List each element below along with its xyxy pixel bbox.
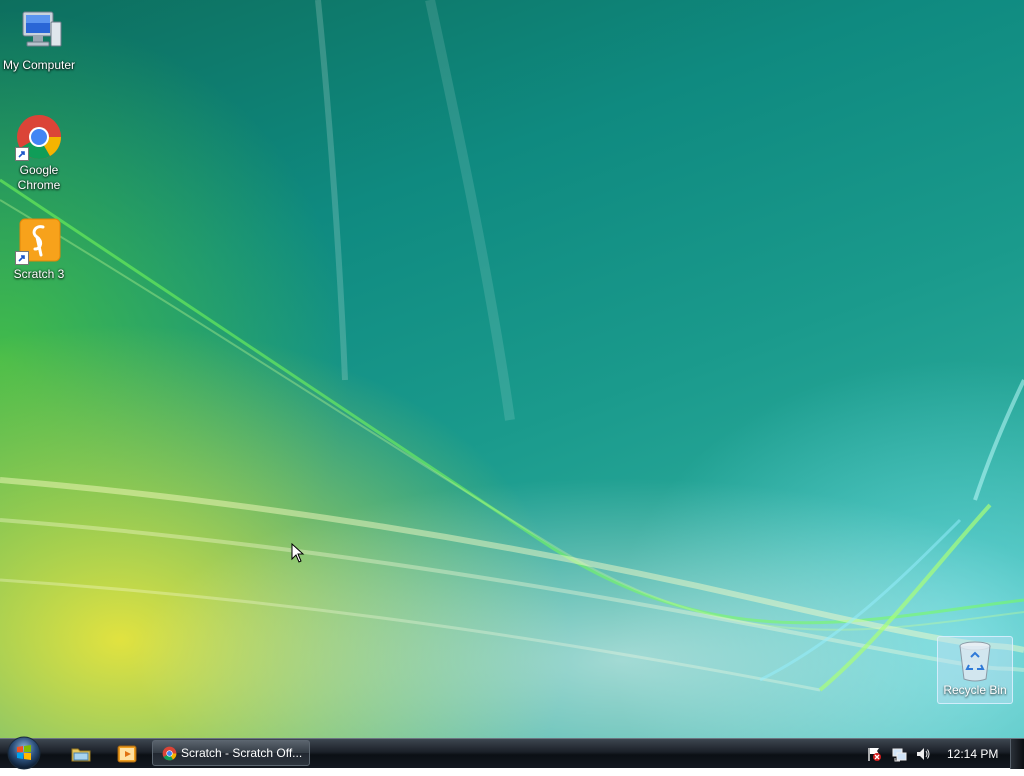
clock[interactable]: 12:14 PM — [947, 741, 998, 767]
chrome-icon — [15, 113, 63, 161]
start-button[interactable] — [4, 735, 44, 771]
desktop[interactable]: My Computer Google Chrome Scratch 3 Recy… — [0, 0, 1024, 738]
windows-logo-icon — [7, 736, 41, 770]
scratch-icon — [15, 217, 63, 265]
mouse-cursor-icon — [291, 543, 305, 563]
chrome-icon — [162, 746, 177, 761]
shortcut-arrow-icon — [15, 147, 29, 161]
desktop-icon-label: My Computer — [2, 58, 76, 72]
media-player-icon — [117, 745, 137, 763]
volume-icon[interactable] — [915, 746, 931, 762]
desktop-icon-google-chrome[interactable]: Google Chrome — [1, 113, 77, 193]
desktop-icon-scratch-3[interactable]: Scratch 3 — [1, 217, 77, 282]
quick-launch-explorer[interactable] — [70, 743, 92, 765]
taskbar-button-label: Scratch - Scratch Off... — [181, 746, 303, 760]
quick-launch-media-player[interactable] — [116, 743, 138, 765]
show-desktop-button[interactable] — [1010, 739, 1024, 769]
folder-icon — [71, 748, 91, 762]
desktop-icon-my-computer[interactable]: My Computer — [1, 8, 77, 73]
desktop-icon-recycle-bin[interactable]: Recycle Bin — [937, 636, 1013, 704]
shortcut-arrow-icon — [15, 251, 29, 265]
taskbar-button-chrome[interactable]: Scratch - Scratch Off... — [152, 740, 310, 766]
network-icon[interactable] — [891, 746, 907, 762]
computer-icon — [15, 8, 63, 56]
desktop-icon-label: Scratch 3 — [13, 267, 65, 281]
taskbar: Scratch - Scratch Off... 12:14 PM — [0, 735, 1024, 771]
system-tray: 12:14 PM — [862, 741, 1008, 767]
recycle-bin-icon — [955, 639, 995, 683]
action-center-flag-icon[interactable] — [866, 746, 882, 762]
wallpaper-swoosh — [0, 0, 1024, 692]
desktop-icon-label: Google Chrome — [17, 163, 61, 192]
desktop-icon-label: Recycle Bin — [943, 683, 1007, 697]
